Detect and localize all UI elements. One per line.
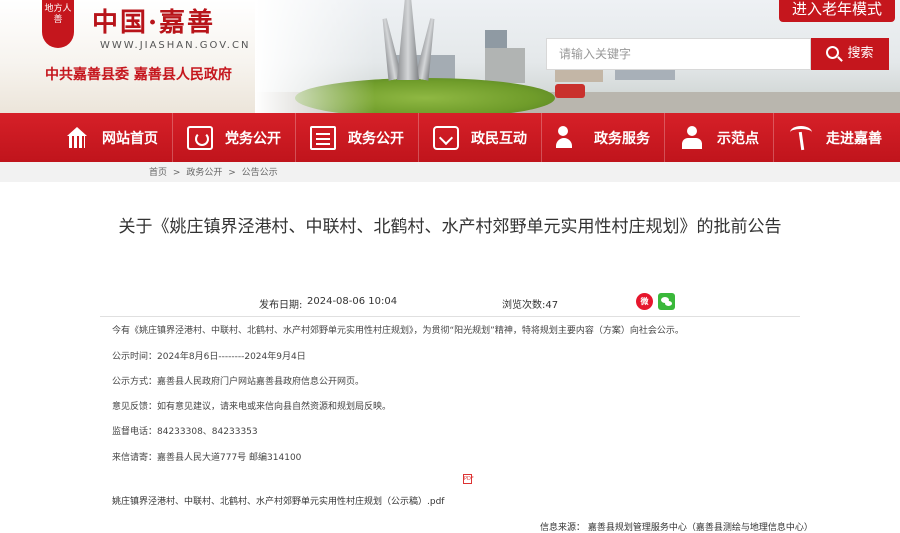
- nav-item-service[interactable]: 政务服务: [542, 113, 664, 162]
- nav-item-label: 网站首页: [102, 130, 158, 147]
- chat-icon: [433, 125, 459, 150]
- nav-item-demo[interactable]: 示范点: [665, 113, 773, 162]
- people-icon: [679, 125, 705, 150]
- search-button[interactable]: 搜索: [811, 38, 889, 70]
- breadcrumb-government[interactable]: 政务公开: [186, 168, 222, 178]
- pdf-icon: PDF: [463, 474, 474, 484]
- document-icon: [310, 125, 336, 150]
- party-icon: [187, 125, 213, 150]
- nav-item-label: 走进嘉善: [826, 130, 882, 147]
- view-count: 浏览次数:47: [502, 300, 559, 311]
- site-domain: WWW.JIASHAN.GOV.CN: [100, 40, 251, 51]
- breadcrumb-separator: >: [228, 168, 236, 178]
- publish-date: 2024-08-06 10:04: [307, 296, 398, 307]
- attachment-link[interactable]: 姚庄镇界泾港村、中联村、北鹤村、水产村郊野单元实用性村庄规划（公示稿）.pdf: [112, 494, 444, 507]
- header-banner: 地方人善 中国·嘉善 WWW.JIASHAN.GOV.CN 中共嘉善县委 嘉善县…: [0, 0, 900, 113]
- nav-item-label: 政务公开: [348, 130, 404, 147]
- article-paragraph: 公示方式：嘉善县人民政府门户网站嘉善县政府信息公开网页。: [112, 377, 365, 387]
- nav-item-government[interactable]: 政务公开: [296, 113, 418, 162]
- nav-item-label: 政务服务: [594, 130, 650, 147]
- article-paragraph: 监督电话：84233308、84233353: [112, 427, 258, 437]
- service-icon: [556, 125, 582, 150]
- site-subtitle: 中共嘉善县委 嘉善县人民政府: [45, 67, 232, 83]
- nav-item-interaction[interactable]: 政民互动: [419, 113, 541, 162]
- elder-mode-button[interactable]: 进入老年模式: [779, 0, 895, 22]
- breadcrumb: 首页 > 政务公开 > 公告公示: [149, 165, 281, 178]
- meta-divider: [100, 316, 800, 317]
- search-input[interactable]: 请输入关键字: [546, 38, 811, 70]
- site-name[interactable]: 中国·嘉善: [92, 2, 215, 39]
- nav-item-label: 示范点: [717, 130, 759, 147]
- info-source: 信息来源： 嘉善县规划管理服务中心（嘉善县测绘与地理信息中心）: [540, 523, 813, 533]
- nav-item-about[interactable]: 走进嘉善: [774, 113, 896, 162]
- nav-item-label: 党务公开: [225, 130, 281, 147]
- article-title: 关于《姚庄镇界泾港村、中联村、北鹤村、水产村郊野单元实用性村庄规划》的批前公告: [118, 217, 782, 237]
- article-paragraph: 意见反馈：如有意见建议，请来电或来信向县自然资源和规划局反映。: [112, 402, 392, 412]
- breadcrumb-notices[interactable]: 公告公示: [242, 168, 278, 178]
- weibo-share-icon[interactable]: 微: [636, 293, 653, 310]
- search-button-label: 搜索: [847, 46, 874, 61]
- breadcrumb-separator: >: [172, 168, 181, 178]
- palm-icon: [788, 125, 814, 150]
- breadcrumb-bar: 首页 > 政务公开 > 公告公示: [0, 162, 900, 182]
- home-icon: [64, 126, 90, 150]
- article-paragraph: 来信请寄：嘉善县人民大道777号 邮编314100: [112, 453, 302, 463]
- publish-date-label: 发布日期:: [259, 300, 303, 311]
- site-logo[interactable]: 地方人善: [42, 0, 74, 48]
- article-paragraph: 今有《姚庄镇界泾港村、中联村、北鹤村、水产村郊野单元实用性村庄规划》，为贯彻“阳…: [112, 326, 684, 336]
- article-paragraph: 公示时间：2024年8月6日--------2024年9月4日: [112, 352, 306, 362]
- main-nav: 网站首页 党务公开 政务公开 政民互动 政务服务 示范点 走进嘉善: [0, 113, 900, 162]
- nav-item-party[interactable]: 党务公开: [173, 113, 295, 162]
- search-icon: [826, 46, 840, 59]
- breadcrumb-home[interactable]: 首页: [149, 168, 167, 178]
- wechat-share-icon[interactable]: [658, 293, 675, 310]
- nav-item-home[interactable]: 网站首页: [50, 113, 172, 162]
- nav-item-label: 政民互动: [471, 130, 527, 147]
